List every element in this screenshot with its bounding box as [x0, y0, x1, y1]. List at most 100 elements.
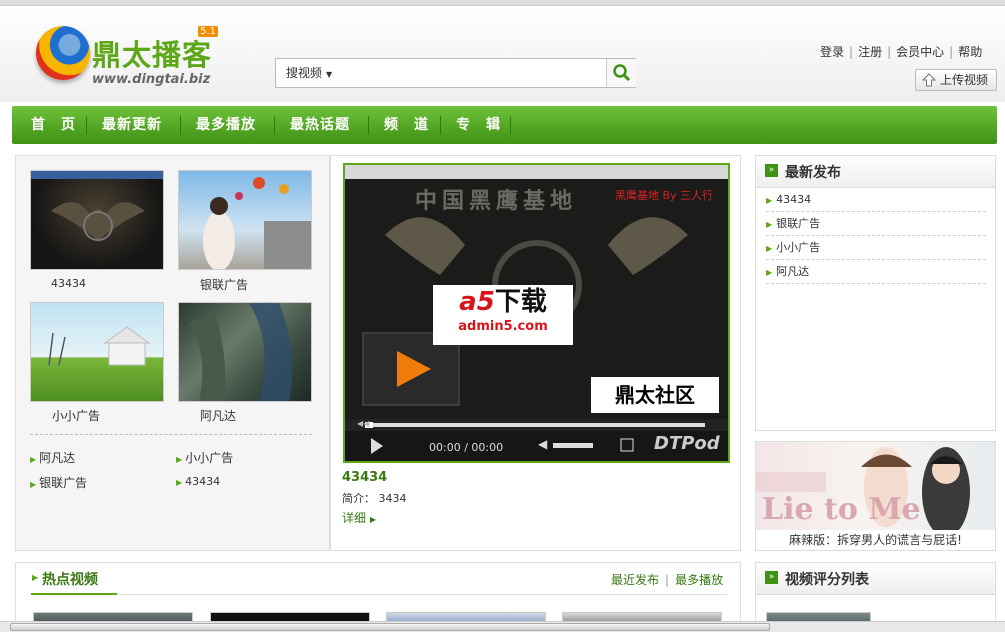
version-badge: 5.1: [198, 26, 218, 37]
chevron-down-icon: ▼: [326, 70, 333, 79]
search-button[interactable]: [606, 59, 636, 87]
featured-videos-panel: 43434 银联广告 小小广告 阿凡达 ▶ 阿凡达 ▶ 小小广告 ▶ 银联广告 ▶ 43…: [15, 155, 330, 551]
ad-caption[interactable]: 麻辣版：拆穿男人的谎言与屁话!: [756, 531, 995, 548]
nav-divider: [510, 116, 511, 134]
divider: |: [665, 573, 670, 587]
search-type-select[interactable]: 搜视频 ▼: [276, 59, 346, 87]
list-item[interactable]: ▶ 阿凡达: [766, 260, 986, 284]
overlay-tag: 黑鹰基地 By 三人行: [615, 189, 714, 202]
list-item[interactable]: ▶ 银联广告: [30, 474, 87, 491]
logo-name: 鼎太播客: [92, 38, 213, 72]
arrow-icon: ▶: [30, 480, 37, 489]
ad-slogan: Lie to Me: [762, 492, 921, 527]
panel-header: » 最新发布: [756, 156, 995, 188]
nav-divider: [440, 116, 441, 134]
list-item[interactable]: ▶ 阿凡达: [30, 449, 75, 466]
recent-link[interactable]: 最近发布: [611, 573, 659, 587]
video-thumb-43434[interactable]: [30, 170, 164, 270]
video-description: 简介： 3434: [342, 490, 407, 506]
eagle-thumbnail-image: [31, 171, 163, 241]
site-header: 鼎太播客 5.1 www.dingtai.biz 搜视频 ▼ 登录 | 注册 | 会员中心…: [0, 6, 1005, 102]
player-brand: DTPod: [654, 433, 720, 454]
overlay-title: 中国黑鹰基地: [415, 188, 578, 214]
list-item[interactable]: ▶ 小小广告: [176, 449, 233, 466]
search-type-label: 搜视频: [286, 66, 323, 80]
divider: |: [849, 45, 854, 59]
a5-url: admin5.com: [458, 319, 548, 334]
rewind-icon[interactable]: ◀◀: [357, 419, 369, 431]
video-title[interactable]: 43434: [342, 470, 387, 485]
volume-slider[interactable]: [553, 441, 593, 450]
video-thumb-small-ad[interactable]: [30, 302, 164, 402]
panel-title: 热点视频: [42, 572, 98, 588]
nav-most-played[interactable]: 最多播放: [196, 106, 256, 144]
scrollbar-thumb[interactable]: [10, 623, 770, 631]
video-player[interactable]: 中国黑鹰基地 黑鹰基地 By 三人行 a5下载 admin5.com 鼎太社区 …: [343, 163, 730, 463]
site-logo[interactable]: 鼎太播客 5.1 www.dingtai.biz: [36, 26, 226, 102]
title-underline: [31, 593, 117, 595]
list-item[interactable]: ▶ 小小广告: [766, 236, 986, 260]
nav-divider: [86, 116, 87, 134]
details-link[interactable]: 详细 ▶: [342, 509, 376, 526]
play-button[interactable]: [367, 431, 391, 461]
panel-title: 视频评分列表: [785, 572, 869, 588]
top-links: 登录 | 注册 | 会员中心 | 帮助: [820, 43, 982, 60]
help-link[interactable]: 帮助: [958, 45, 982, 59]
divider: |: [949, 45, 954, 59]
nav-divider: [180, 116, 181, 134]
arrow-icon: ▶: [30, 455, 37, 464]
arrow-icon: ▶: [766, 268, 773, 277]
balloons-thumbnail-image: [203, 177, 311, 269]
member-center-link[interactable]: 会员中心: [896, 45, 944, 59]
search-input[interactable]: [348, 62, 606, 84]
thumb-caption[interactable]: 小小广告: [52, 407, 100, 424]
arrow-icon: ▶: [766, 196, 773, 205]
arrow-icon: ▶: [32, 573, 39, 582]
most-played-link[interactable]: 最多播放: [675, 573, 723, 587]
horizontal-scrollbar[interactable]: [0, 621, 1005, 632]
panel-header: » 视频评分列表: [756, 563, 995, 595]
dotted-divider: [30, 434, 312, 435]
volume-icon[interactable]: ◀: [538, 437, 550, 451]
upload-label: 上传视频: [940, 73, 989, 87]
avatar-movie-thumbnail-image: [189, 303, 293, 401]
ad-banner-image: Lie to Me: [756, 442, 995, 530]
video-thumb-avatar[interactable]: [178, 302, 312, 402]
divider: |: [887, 45, 892, 59]
description-label: 简介：: [342, 492, 375, 505]
list-item[interactable]: ▶ 43434: [176, 475, 220, 488]
login-link[interactable]: 登录: [820, 45, 844, 59]
community-watermark: 鼎太社区: [615, 383, 695, 407]
arrow-icon: ▶: [369, 515, 376, 524]
register-link[interactable]: 注册: [858, 45, 882, 59]
latest-releases-panel: » 最新发布 ▶ 43434 ▶ 银联广告 ▶ 小小广告 ▶ 阿凡达: [755, 155, 996, 431]
thumb-caption[interactable]: 43434: [51, 277, 86, 290]
list-item[interactable]: ▶ 43434: [766, 188, 986, 212]
a5-logo-mark: a5: [459, 287, 495, 317]
video-thumb-unionpay[interactable]: [178, 170, 312, 270]
upload-video-button[interactable]: 上传视频: [915, 69, 997, 91]
divider: [31, 594, 727, 595]
logo-url: www.dingtai.biz: [92, 72, 211, 87]
list-item[interactable]: ▶ 银联广告: [766, 212, 986, 236]
arrow-icon: ▶: [766, 244, 773, 253]
search-bar: 搜视频 ▼: [275, 58, 636, 88]
nav-latest[interactable]: 最新更新: [102, 106, 162, 144]
double-arrow-icon: »: [765, 164, 778, 177]
nav-channels[interactable]: 频 道: [384, 106, 429, 144]
main-nav: 首 页 最新更新 最多播放 最热话题 频 道 专 辑: [12, 106, 997, 144]
ad-banner-panel[interactable]: Lie to Me 麻辣版：拆穿男人的谎言与屁话!: [755, 441, 996, 551]
nav-hot-topics[interactable]: 最热话题: [290, 106, 350, 144]
play-ball-icon: [36, 26, 90, 80]
thumb-caption[interactable]: 银联广告: [200, 276, 248, 293]
arrow-icon: ▶: [176, 478, 183, 487]
arrow-icon: ▶: [766, 220, 773, 229]
a5-text: 下载: [494, 287, 547, 317]
fullscreen-button[interactable]: [618, 435, 636, 453]
nav-home[interactable]: 首 页: [31, 106, 76, 144]
nav-albums[interactable]: 专 辑: [456, 106, 501, 144]
nav-divider: [368, 116, 369, 134]
thumb-caption[interactable]: 阿凡达: [200, 407, 236, 424]
upload-arrow-icon: [922, 73, 936, 87]
arrow-icon: ▶: [176, 455, 183, 464]
